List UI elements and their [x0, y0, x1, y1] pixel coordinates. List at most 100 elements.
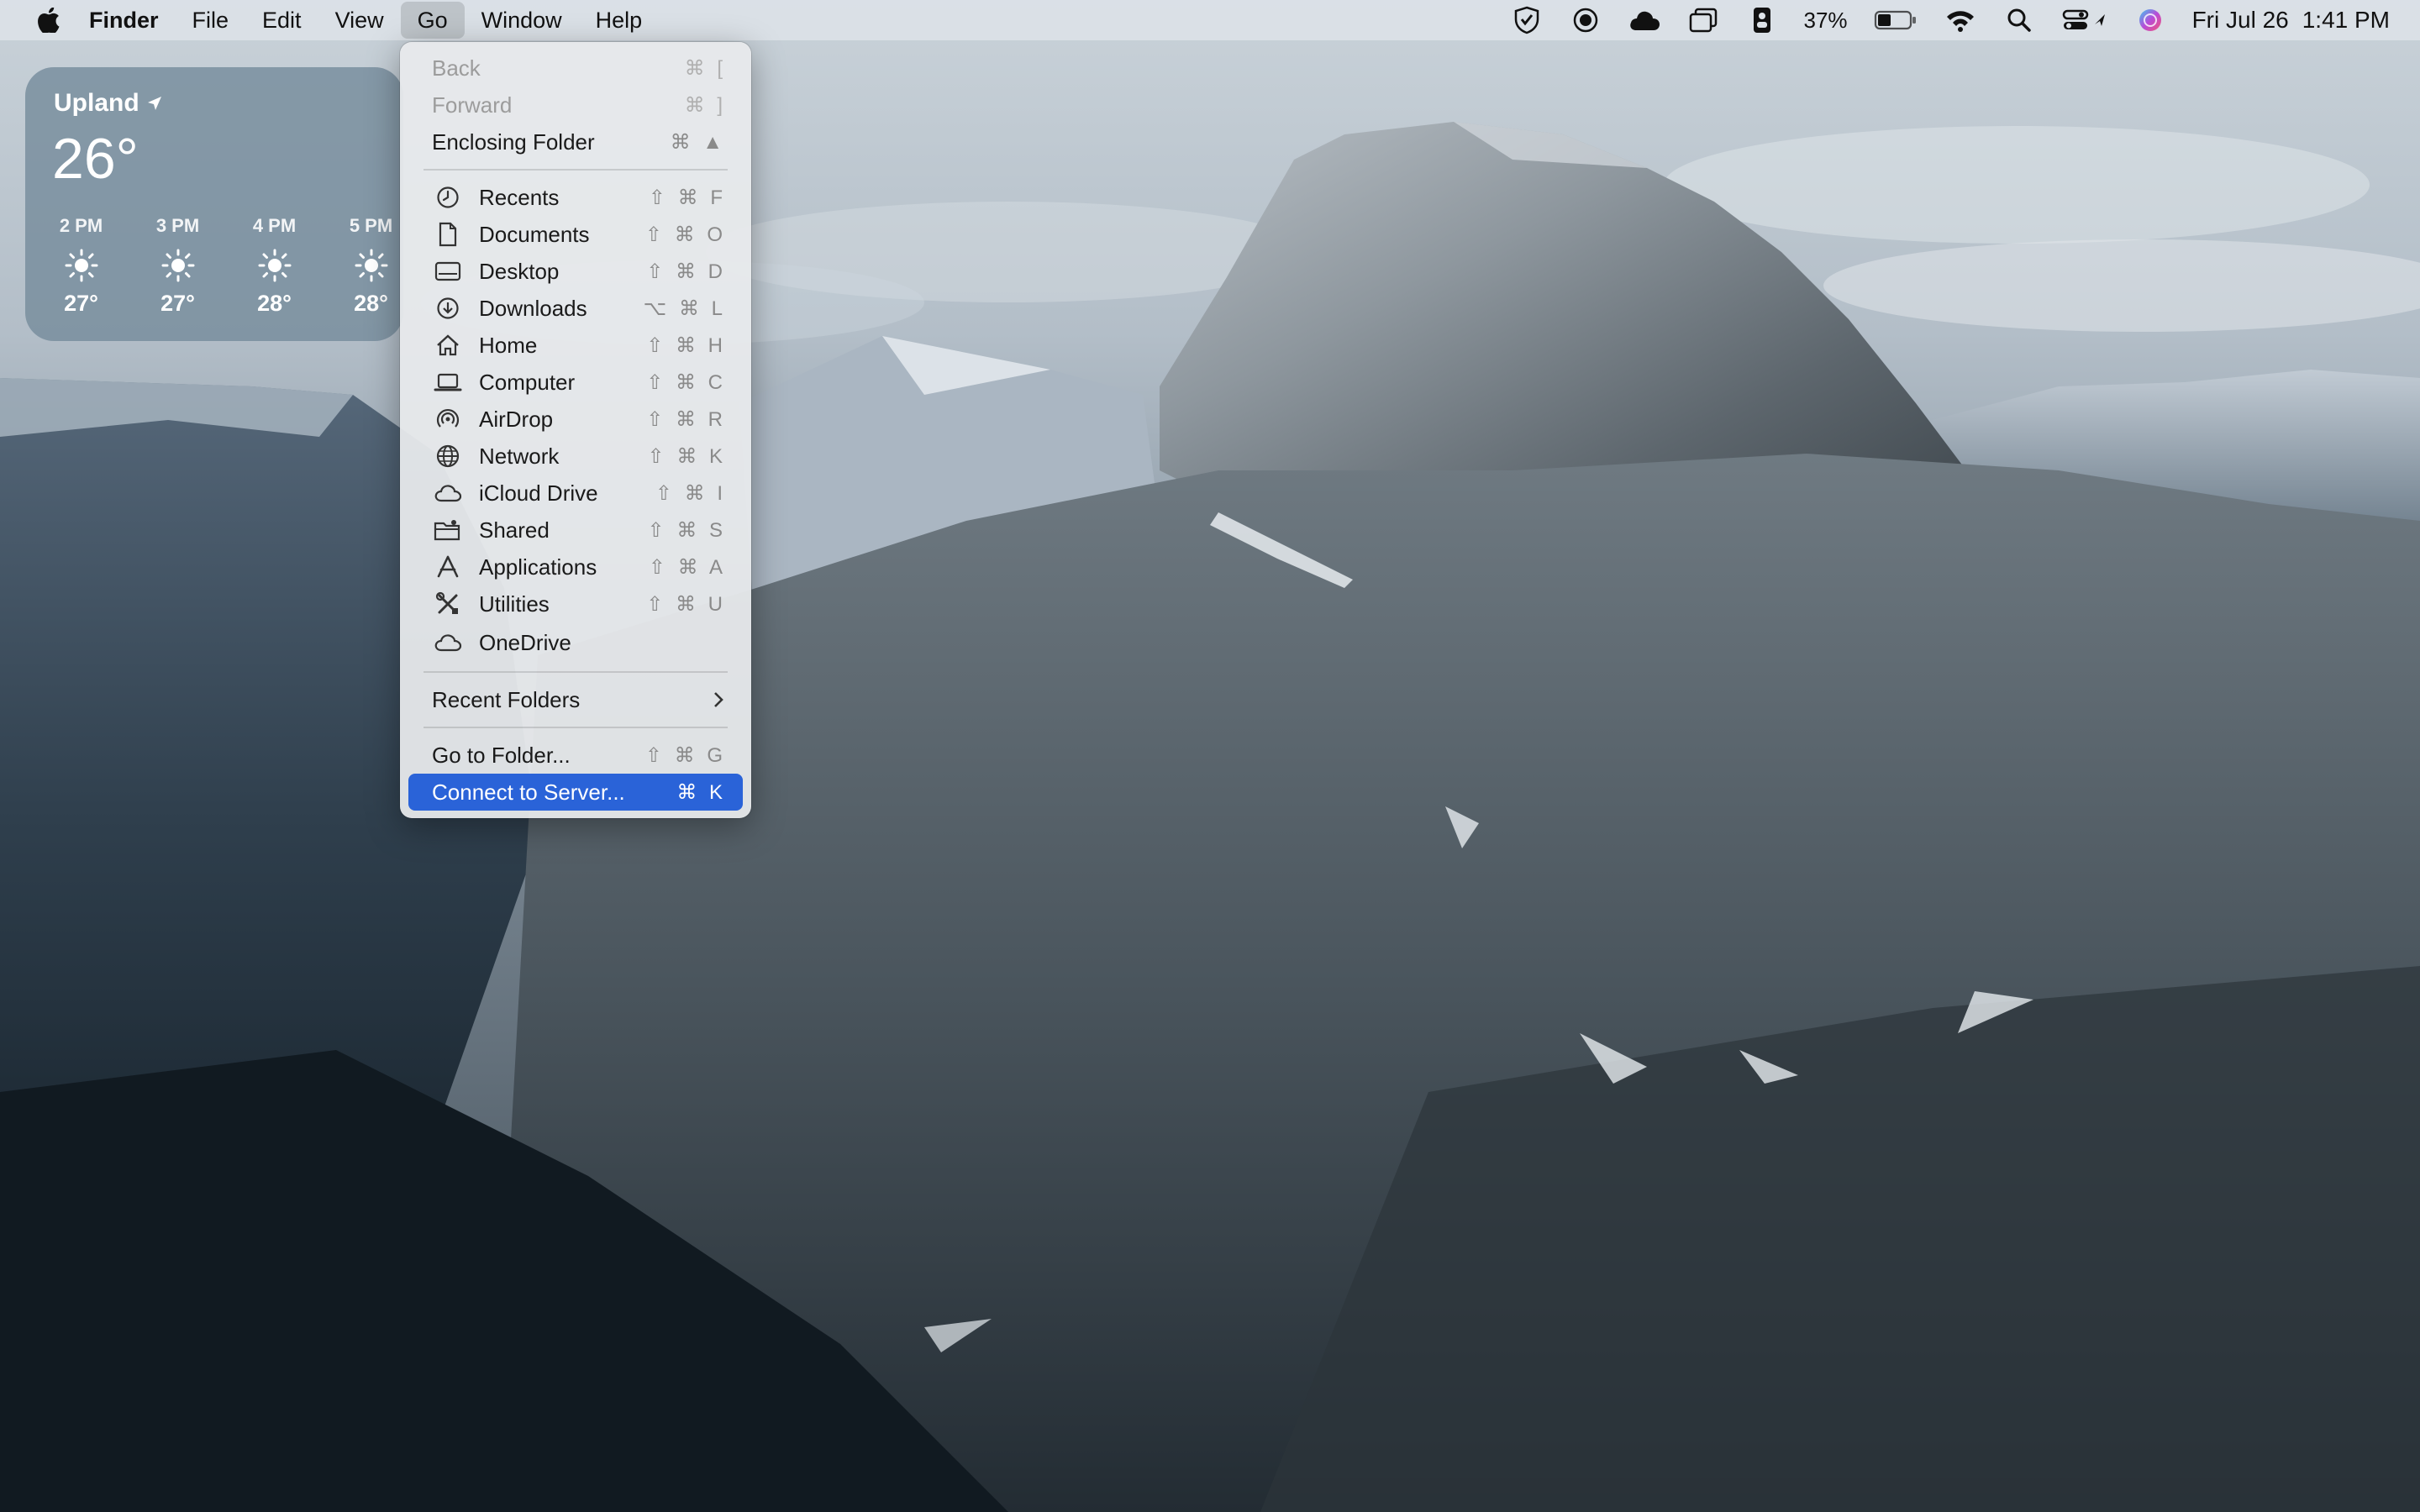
menu-item-icloud-drive[interactable]: iCloud Drive ⇧ ⌘ I	[408, 475, 743, 512]
menu-finder[interactable]: Finder	[66, 2, 176, 39]
laptop-icon	[434, 368, 462, 396]
menu-item-label: Recent Folders	[432, 686, 581, 712]
menu-edit[interactable]: Edit	[245, 2, 318, 39]
menu-item-shortcut: ⇧ ⌘ C	[646, 370, 726, 394]
utilities-icon	[434, 590, 462, 618]
menu-item-recents[interactable]: Recents ⇧ ⌘ F	[408, 179, 743, 216]
forecast-time: 4 PM	[252, 215, 297, 236]
menu-bar: Finder File Edit View Go Window Help 37%	[0, 0, 2420, 40]
menu-item-shared[interactable]: Shared ⇧ ⌘ S	[408, 512, 743, 549]
menu-view[interactable]: View	[318, 2, 401, 39]
menu-separator	[424, 727, 728, 728]
menu-item-label: Home	[479, 332, 538, 358]
forecast-temp: 27°	[64, 291, 98, 316]
forecast-temp: 28°	[354, 291, 388, 316]
globe-icon	[434, 442, 462, 470]
menu-item-shortcut: ⇧ ⌘ O	[644, 223, 726, 246]
menu-item-label: Go to Folder...	[432, 742, 571, 768]
document-icon	[434, 220, 462, 249]
menu-item-shortcut: ⌥ ⌘ L	[643, 297, 726, 320]
menu-item-back[interactable]: Back ⌘ [	[408, 50, 743, 87]
menu-item-shortcut: ⇧ ⌘ U	[646, 592, 726, 616]
menu-item-computer[interactable]: Computer ⇧ ⌘ C	[408, 364, 743, 401]
menu-item-recent-folders[interactable]: Recent Folders	[408, 681, 743, 718]
shared-folder-icon	[434, 516, 462, 544]
battery-icon[interactable]	[1873, 3, 1918, 37]
wifi-icon[interactable]	[1944, 3, 1977, 37]
shield-icon[interactable]	[1510, 3, 1544, 37]
menu-item-label: OneDrive	[479, 629, 571, 655]
apple-menu-icon[interactable]	[32, 0, 66, 40]
menu-item-label: Enclosing Folder	[432, 129, 595, 155]
clock-date[interactable]: Fri Jul 26	[2192, 7, 2289, 34]
home-icon	[434, 331, 462, 360]
download-icon	[434, 294, 462, 323]
id-badge-icon[interactable]	[1745, 3, 1779, 37]
menu-help[interactable]: Help	[579, 2, 660, 39]
menu-item-home[interactable]: Home ⇧ ⌘ H	[408, 327, 743, 364]
menu-item-airdrop[interactable]: AirDrop ⇧ ⌘ R	[408, 401, 743, 438]
cloud-icon	[434, 479, 462, 507]
cloud-icon[interactable]	[1628, 3, 1661, 37]
menu-item-shortcut: ⇧ ⌘ R	[646, 407, 726, 431]
menu-separator	[424, 671, 728, 673]
forecast-time: 5 PM	[349, 215, 393, 236]
menu-item-network[interactable]: Network ⇧ ⌘ K	[408, 438, 743, 475]
menu-item-label: Documents	[479, 221, 590, 247]
menu-item-shortcut: ⇧ ⌘ D	[646, 260, 726, 283]
menu-item-shortcut: ⇧ ⌘ G	[644, 743, 726, 767]
status-area: 37% Fri Jul 26 1:41 PM	[1510, 0, 2390, 40]
forecast-time: 3 PM	[155, 215, 200, 236]
menu-item-shortcut: ⌘ [	[684, 56, 726, 80]
desktop-icon	[434, 257, 462, 286]
menu-item-shortcut: ⇧ ⌘ I	[655, 481, 726, 505]
forecast-temp: 28°	[257, 291, 292, 316]
menu-separator	[424, 169, 728, 171]
menu-item-downloads[interactable]: Downloads ⌥ ⌘ L	[408, 290, 743, 327]
weather-widget[interactable]: Upland 26° 2 PM 27° 3 PM 27° 4 PM 28° 5 …	[25, 67, 403, 341]
control-center-icon[interactable]	[2061, 3, 2108, 37]
forecast-time: 2 PM	[59, 215, 103, 236]
menu-item-desktop[interactable]: Desktop ⇧ ⌘ D	[408, 253, 743, 290]
menu-item-go-to-folder[interactable]: Go to Folder... ⇧ ⌘ G	[408, 737, 743, 774]
sun-icon	[258, 249, 291, 282]
menu-item-label: iCloud Drive	[479, 480, 598, 506]
sun-icon	[65, 249, 97, 282]
menu-item-label: Downloads	[479, 295, 587, 321]
menu-window[interactable]: Window	[465, 2, 579, 39]
menu-item-label: Connect to Server...	[432, 779, 625, 805]
menu-item-label: Desktop	[479, 258, 560, 284]
chevron-right-icon	[714, 692, 723, 707]
weather-current-temp: 26°	[52, 127, 139, 191]
menu-item-label: Recents	[479, 184, 560, 210]
menu-item-forward[interactable]: Forward ⌘ ]	[408, 87, 743, 123]
menu-item-enclosing-folder[interactable]: Enclosing Folder ⌘ ▲	[408, 123, 743, 160]
siri-icon[interactable]	[2133, 3, 2167, 37]
location-arrow-icon	[147, 97, 161, 110]
window-switch-icon[interactable]	[1686, 3, 1720, 37]
screen-record-icon[interactable]	[1569, 3, 1602, 37]
menu-item-shortcut: ⇧ ⌘ A	[648, 555, 726, 579]
menu-file[interactable]: File	[176, 2, 246, 39]
weather-city-label: Upland	[54, 89, 139, 117]
menu-item-shortcut: ⌘ K	[676, 780, 726, 804]
clock-icon	[434, 183, 462, 212]
menu-item-connect-to-server[interactable]: Connect to Server... ⌘ K	[408, 774, 743, 811]
menu-go[interactable]: Go	[400, 2, 465, 39]
menu-item-utilities[interactable]: Utilities ⇧ ⌘ U	[408, 585, 743, 622]
airdrop-icon	[434, 405, 462, 433]
clock-time[interactable]: 1:41 PM	[2302, 7, 2390, 34]
menu-item-onedrive[interactable]: OneDrive	[408, 624, 743, 661]
go-menu-dropdown: Back ⌘ [ Forward ⌘ ] Enclosing Folder ⌘ …	[400, 42, 751, 818]
weather-hourly-forecast: 2 PM 27° 3 PM 27° 4 PM 28° 5 PM 28°	[45, 215, 432, 317]
menu-item-label: Back	[432, 55, 481, 81]
menu-item-applications[interactable]: Applications ⇧ ⌘ A	[408, 549, 743, 585]
menu-item-documents[interactable]: Documents ⇧ ⌘ O	[408, 216, 743, 253]
search-icon[interactable]	[2002, 3, 2036, 37]
forecast-hour: 2 PM 27°	[45, 215, 142, 317]
menu-item-label: Applications	[479, 554, 597, 580]
menu-item-shortcut: ⌘ ▲	[670, 130, 726, 154]
menu-item-label: AirDrop	[479, 406, 554, 432]
menu-item-label: Computer	[479, 369, 576, 395]
menu-item-shortcut: ⇧ ⌘ K	[647, 444, 726, 468]
